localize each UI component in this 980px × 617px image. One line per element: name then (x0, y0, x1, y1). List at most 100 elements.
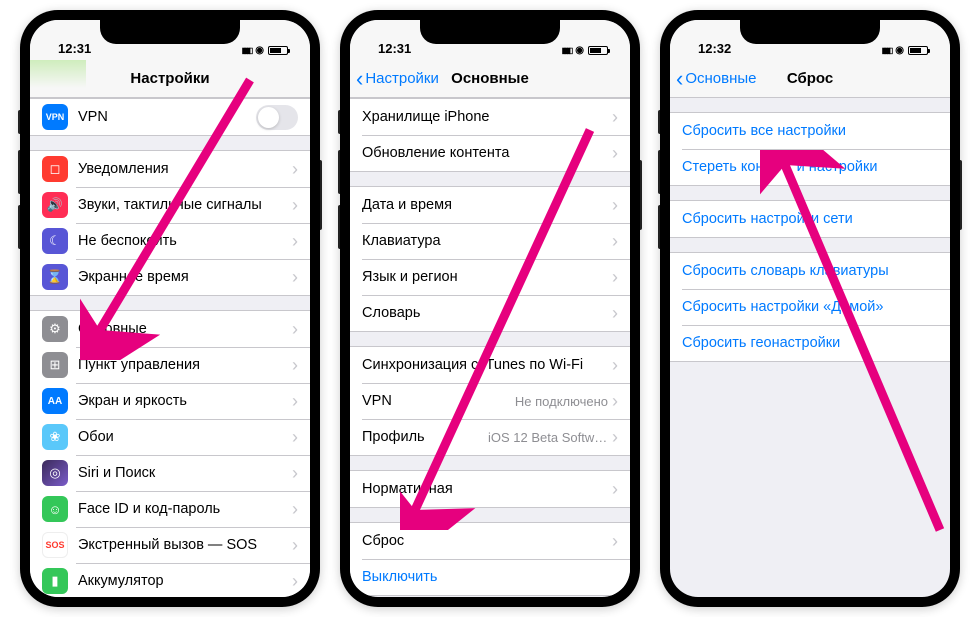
row-label: Дата и время (362, 197, 612, 213)
status-time: 12:31 (52, 41, 91, 56)
row-label: Хранилище iPhone (362, 109, 612, 125)
notch (100, 20, 240, 44)
back-button[interactable]: ‹Настройки (356, 68, 439, 90)
status-time: 12:31 (372, 41, 411, 56)
row-label: Аккумулятор (78, 573, 292, 589)
chevron-icon: › (292, 535, 298, 556)
row-reset-home[interactable]: Сбросить настройки «Домой» (670, 289, 950, 325)
nav-title: Настройки (130, 70, 209, 87)
row-label: Клавиатура (362, 233, 612, 249)
chevron-icon: › (292, 159, 298, 180)
status-indicators (562, 44, 608, 56)
notch (740, 20, 880, 44)
back-label: Основные (685, 70, 756, 87)
notch (420, 20, 560, 44)
row-reset[interactable]: Сброс› (350, 523, 630, 559)
row-language[interactable]: Язык и регион› (350, 259, 630, 295)
chevron-icon: › (612, 479, 618, 500)
row-reset-network[interactable]: Сбросить настройки сети (670, 201, 950, 237)
nav-bar: ‹Основные Сброс (670, 60, 950, 98)
row-notifications[interactable]: ◻ Уведомления › (30, 151, 310, 187)
screentime-icon: ⌛ (42, 264, 68, 290)
battery-icon: ▮ (42, 568, 68, 594)
chevron-icon: › (612, 391, 618, 412)
row-label: Сбросить геонастройки (682, 335, 840, 351)
row-regulatory[interactable]: Нормативная› (350, 471, 630, 507)
row-control-center[interactable]: ⊞ Пункт управления › (30, 347, 310, 383)
row-datetime[interactable]: Дата и время› (350, 187, 630, 223)
row-general[interactable]: ⚙ Основные › (30, 311, 310, 347)
sos-icon: SOS (42, 532, 68, 558)
status-indicators (882, 44, 928, 56)
row-shutdown[interactable]: Выключить (350, 559, 630, 595)
row-siri[interactable]: ◎ Siri и Поиск › (30, 455, 310, 491)
row-label: VPN (362, 393, 515, 409)
row-label: Не беспокоить (78, 233, 292, 249)
row-label: Экстренный вызов — SOS (78, 537, 292, 553)
row-background-refresh[interactable]: Обновление контента› (350, 135, 630, 171)
chevron-icon: › (292, 231, 298, 252)
phone-2: 12:31 ‹Настройки Основные Хранилище iPho… (340, 10, 640, 607)
chevron-icon: › (612, 303, 618, 324)
row-label: Стереть контент и настройки (682, 159, 877, 175)
row-sounds[interactable]: 🔊 Звуки, тактильные сигналы › (30, 187, 310, 223)
dnd-icon: ☾ (42, 228, 68, 254)
row-label: Сбросить все настройки (682, 123, 846, 139)
display-icon: AA (42, 388, 68, 414)
row-faceid[interactable]: ☺ Face ID и код-пароль › (30, 491, 310, 527)
sounds-icon: 🔊 (42, 192, 68, 218)
row-dnd[interactable]: ☾ Не беспокоить › (30, 223, 310, 259)
vpn-toggle[interactable] (256, 105, 298, 130)
chevron-icon: › (292, 267, 298, 288)
row-profile[interactable]: ПрофильiOS 12 Beta Software Profile› (350, 419, 630, 455)
chevron-icon: › (612, 143, 618, 164)
general-icon: ⚙ (42, 316, 68, 342)
row-label: Выключить (362, 569, 618, 585)
chevron-icon: › (292, 195, 298, 216)
row-label: Face ID и код-пароль (78, 501, 292, 517)
general-list[interactable]: Хранилище iPhone› Обновление контента› Д… (350, 98, 630, 597)
status-indicators (242, 44, 288, 56)
row-label: Сбросить настройки сети (682, 211, 853, 227)
row-label: Звуки, тактильные сигналы (78, 197, 292, 213)
chevron-icon: › (292, 355, 298, 376)
row-reset-all-settings[interactable]: Сбросить все настройки (670, 113, 950, 149)
chevron-icon: › (612, 267, 618, 288)
row-label: Сбросить настройки «Домой» (682, 299, 883, 315)
settings-list[interactable]: VPN VPN ◻ Уведомления › 🔊 Звуки, тактиль… (30, 98, 310, 597)
row-label: Пункт управления (78, 357, 292, 373)
row-battery[interactable]: ▮ Аккумулятор › (30, 563, 310, 597)
row-label: Язык и регион (362, 269, 612, 285)
row-label: Siri и Поиск (78, 465, 292, 481)
row-display[interactable]: AA Экран и яркость › (30, 383, 310, 419)
row-reset-keyboard-dict[interactable]: Сбросить словарь клавиатуры (670, 253, 950, 289)
chevron-left-icon: ‹ (356, 68, 363, 90)
chevron-icon: › (292, 319, 298, 340)
nav-title: Сброс (787, 70, 833, 87)
chevron-icon: › (292, 391, 298, 412)
chevron-icon: › (612, 195, 618, 216)
green-highlight (30, 60, 86, 88)
reset-list[interactable]: Сбросить все настройки Стереть контент и… (670, 98, 950, 597)
row-storage[interactable]: Хранилище iPhone› (350, 99, 630, 135)
row-label: Уведомления (78, 161, 292, 177)
row-wallpaper[interactable]: ❀ Обои › (30, 419, 310, 455)
row-itunes-sync[interactable]: Синхронизация с iTunes по Wi-Fi› (350, 347, 630, 383)
row-screentime[interactable]: ⌛ Экранное время › (30, 259, 310, 295)
vpn-icon: VPN (42, 104, 68, 130)
back-button[interactable]: ‹Основные (676, 68, 757, 90)
row-vpn[interactable]: VPNНе подключено› (350, 383, 630, 419)
control-icon: ⊞ (42, 352, 68, 378)
nav-title: Основные (451, 70, 529, 87)
row-erase-content[interactable]: Стереть контент и настройки (670, 149, 950, 185)
row-label: Сбросить словарь клавиатуры (682, 263, 889, 279)
row-reset-location[interactable]: Сбросить геонастройки (670, 325, 950, 361)
row-value: iOS 12 Beta Software Profile (488, 430, 608, 445)
chevron-icon: › (292, 463, 298, 484)
row-vpn[interactable]: VPN VPN (30, 99, 310, 135)
row-sos[interactable]: SOS Экстренный вызов — SOS › (30, 527, 310, 563)
row-keyboard[interactable]: Клавиатура› (350, 223, 630, 259)
row-label: Основные (78, 321, 292, 337)
row-label: VPN (78, 109, 256, 125)
row-dictionary[interactable]: Словарь› (350, 295, 630, 331)
